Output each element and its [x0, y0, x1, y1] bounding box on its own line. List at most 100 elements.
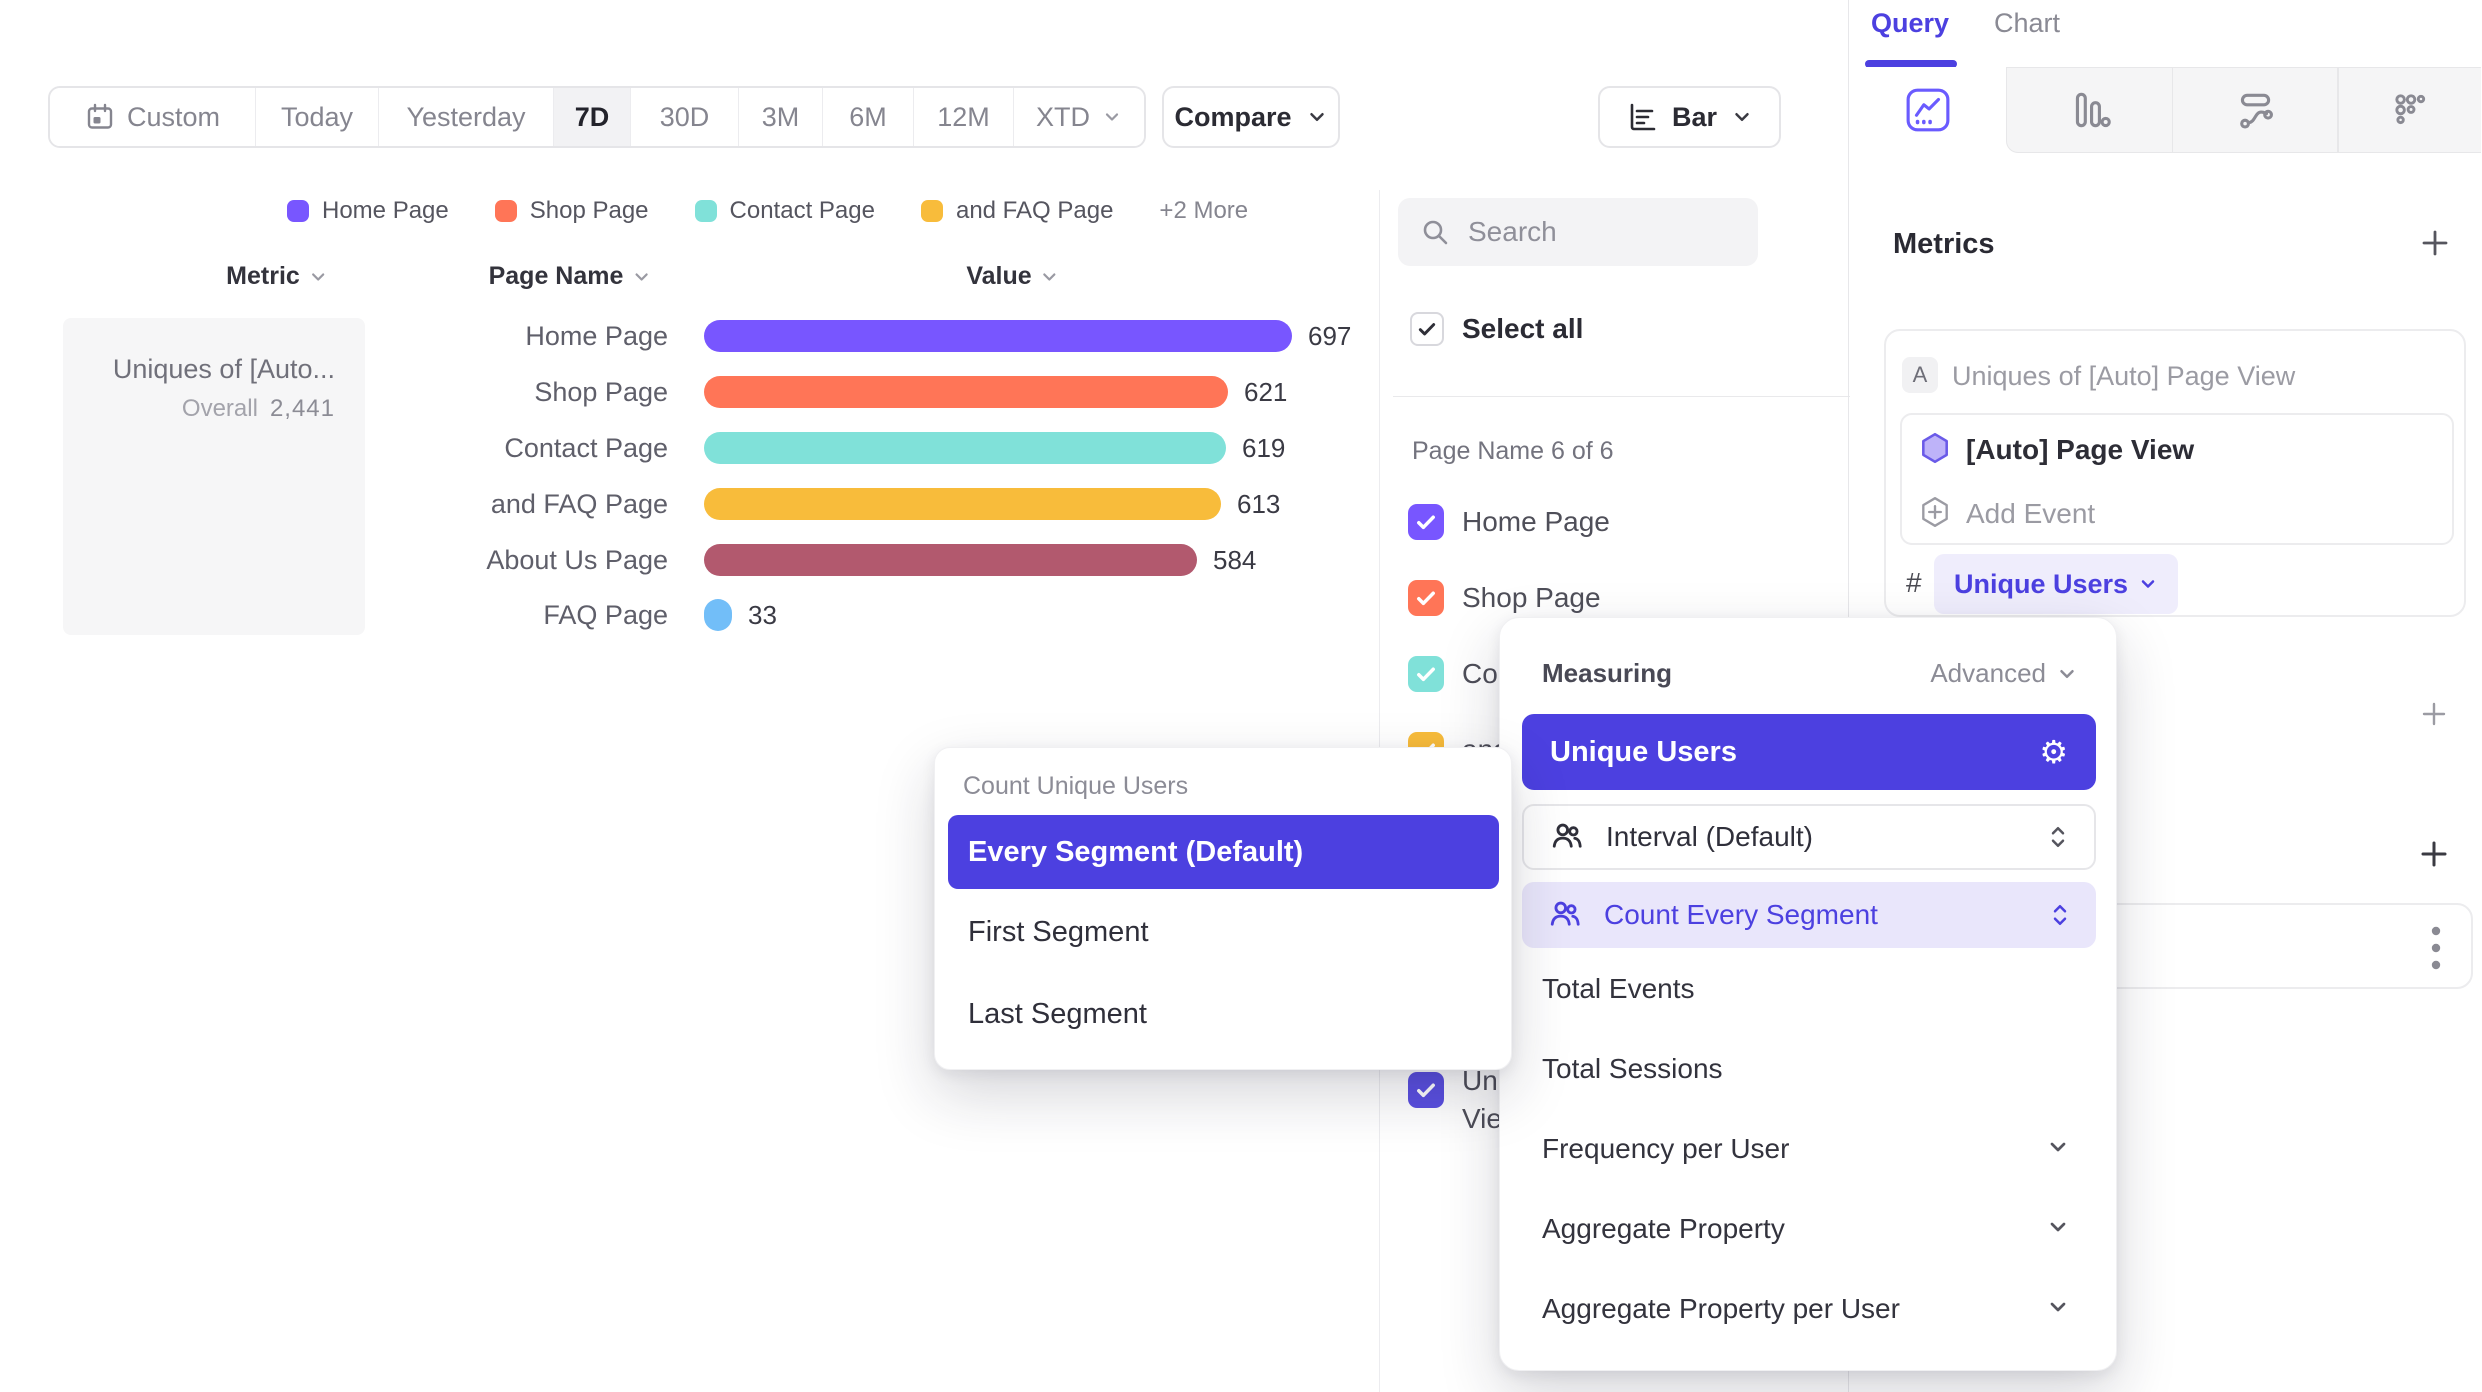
column-header-value[interactable]: Value	[966, 262, 1059, 291]
gear-icon[interactable]: ⚙	[2039, 736, 2068, 768]
check-icon	[1413, 1077, 1439, 1103]
legend-more-link[interactable]: +2 More	[1159, 197, 1248, 225]
measuring-option-aggregate-property-per-user[interactable]: Aggregate Property per User	[1542, 1293, 1900, 1325]
date-range-today[interactable]: Today	[256, 88, 379, 146]
advanced-toggle[interactable]: Advanced	[1930, 658, 2078, 689]
legend-item-and-faq-page[interactable]: and FAQ Page	[921, 197, 1113, 225]
measuring-option-total-sessions[interactable]: Total Sessions	[1542, 1053, 1723, 1085]
kebab-menu-icon[interactable]	[2430, 924, 2442, 972]
measuring-selected-option[interactable]: Unique Users ⚙	[1522, 714, 2096, 790]
add-metric-button[interactable]	[2418, 226, 2452, 260]
sort-chevron-icon	[308, 267, 328, 287]
analytics-app-screen: Custom Today Yesterday 7D 30D 3M 6M 12M …	[0, 0, 2482, 1392]
bar-faq-page[interactable]	[704, 599, 732, 631]
check-icon	[1413, 509, 1439, 535]
table-row: 584	[704, 544, 1256, 576]
filter-checkbox-home-page[interactable]	[1408, 504, 1444, 540]
section-divider	[1393, 396, 1850, 397]
measuring-title: Measuring	[1542, 658, 1672, 689]
tab-chart[interactable]: Chart	[1994, 8, 2060, 39]
select-all-checkbox[interactable]	[1410, 312, 1444, 346]
legend-item-shop-page[interactable]: Shop Page	[495, 197, 649, 225]
row-label: Shop Page	[408, 376, 668, 408]
legend-swatch	[287, 200, 309, 222]
breakdown-card	[2088, 903, 2473, 989]
table-row: 619	[704, 432, 1285, 464]
date-range-30d[interactable]: 30D	[631, 88, 739, 146]
bar-value: 33	[748, 600, 777, 631]
event-name[interactable]: [Auto] Page View	[1966, 434, 2194, 466]
date-range-12m[interactable]: 12M	[914, 88, 1014, 146]
bar-and-faq-page[interactable]	[704, 488, 1221, 520]
chevron-down-icon[interactable]	[2046, 1215, 2070, 1239]
row-label: Home Page	[408, 320, 668, 352]
row-label: FAQ Page	[408, 599, 668, 631]
add-filter-button[interactable]	[2420, 700, 2448, 728]
add-breakdown-button[interactable]	[2419, 839, 2449, 869]
date-range-3m[interactable]: 3M	[739, 88, 823, 146]
chart-type-tab-insights[interactable]	[1849, 67, 2006, 153]
date-range-control: Custom Today Yesterday 7D 30D 3M 6M 12M …	[48, 86, 1146, 148]
aggregation-chip[interactable]: Unique Users	[1934, 554, 2178, 614]
insights-icon	[1905, 87, 1951, 133]
filter-checkbox-contact-page[interactable]	[1408, 656, 1444, 692]
date-range-xtd[interactable]: XTD	[1014, 88, 1144, 146]
date-range-yesterday[interactable]: Yesterday	[379, 88, 554, 146]
chart-type-tab-funnels[interactable]	[2006, 67, 2173, 153]
column-header-page-name[interactable]: Page Name	[489, 262, 652, 291]
check-icon	[1413, 661, 1439, 687]
segment-option-first-segment[interactable]: First Segment	[968, 916, 1149, 949]
segment-option-last-segment[interactable]: Last Segment	[968, 998, 1147, 1031]
check-icon	[1415, 317, 1439, 341]
table-row: 621	[704, 376, 1287, 408]
metric-overall: Overall2,441	[63, 395, 335, 423]
legend-item-home-page[interactable]: Home Page	[287, 197, 449, 225]
count-segment-param-row[interactable]: Count Every Segment	[1522, 882, 2096, 948]
row-label: Contact Page	[408, 432, 668, 464]
chevron-down-icon	[1731, 106, 1753, 128]
chevron-down-icon	[1306, 106, 1328, 128]
filter-label[interactable]: Shop Page	[1462, 582, 1601, 614]
measuring-option-aggregate-property[interactable]: Aggregate Property	[1542, 1213, 1785, 1245]
chart-type-tab-retention[interactable]	[2338, 67, 2481, 153]
chevron-down-icon[interactable]	[2046, 1295, 2070, 1319]
date-range-7d[interactable]: 7D	[554, 88, 631, 146]
bar-about-us-page[interactable]	[704, 544, 1197, 576]
filter-label[interactable]: Home Page	[1462, 506, 1610, 538]
segment-popup: Count Unique Users Every Segment (Defaul…	[934, 747, 1512, 1070]
event-card: [Auto] Page View Add Event	[1900, 413, 2454, 545]
event-hexagon-icon	[1918, 431, 1952, 465]
calendar-icon	[85, 102, 115, 132]
stepper-icon	[2050, 900, 2070, 930]
segment-option-every-segment[interactable]: Every Segment (Default)	[948, 815, 1499, 889]
bar-shop-page[interactable]	[704, 376, 1228, 408]
chart-type-button[interactable]: Bar	[1598, 86, 1781, 148]
chevron-down-icon[interactable]	[2046, 1135, 2070, 1159]
funnels-icon	[2067, 87, 2113, 133]
chart-type-tab-flows[interactable]	[2172, 67, 2338, 153]
users-icon	[1548, 898, 1582, 932]
search-icon	[1420, 217, 1450, 247]
metric-name: Uniques of [Auto...	[63, 354, 335, 385]
retention-icon	[2387, 87, 2433, 133]
filter-checkbox-shop-page[interactable]	[1408, 580, 1444, 616]
bar-home-page[interactable]	[704, 320, 1292, 352]
date-range-label: Custom	[127, 102, 220, 133]
legend-item-contact-page[interactable]: Contact Page	[695, 197, 875, 225]
compare-button[interactable]: Compare	[1162, 86, 1340, 148]
legend-swatch	[695, 200, 717, 222]
date-range-custom[interactable]: Custom	[50, 88, 256, 146]
tab-query[interactable]: Query	[1871, 8, 1949, 39]
add-event-label[interactable]: Add Event	[1966, 498, 2095, 530]
measuring-option-frequency-per-user[interactable]: Frequency per User	[1542, 1133, 1789, 1165]
users-icon	[1550, 820, 1584, 854]
bar-value: 621	[1244, 377, 1287, 408]
date-range-6m[interactable]: 6M	[823, 88, 914, 146]
bar-contact-page[interactable]	[704, 432, 1226, 464]
measuring-option-total-events[interactable]: Total Events	[1542, 973, 1695, 1005]
interval-param-row[interactable]: Interval (Default)	[1522, 804, 2096, 870]
filter-checkbox-metric[interactable]	[1408, 1072, 1444, 1108]
chevron-down-icon	[2138, 574, 2158, 594]
column-header-metric[interactable]: Metric	[226, 262, 328, 291]
search-input[interactable]	[1468, 216, 1718, 248]
